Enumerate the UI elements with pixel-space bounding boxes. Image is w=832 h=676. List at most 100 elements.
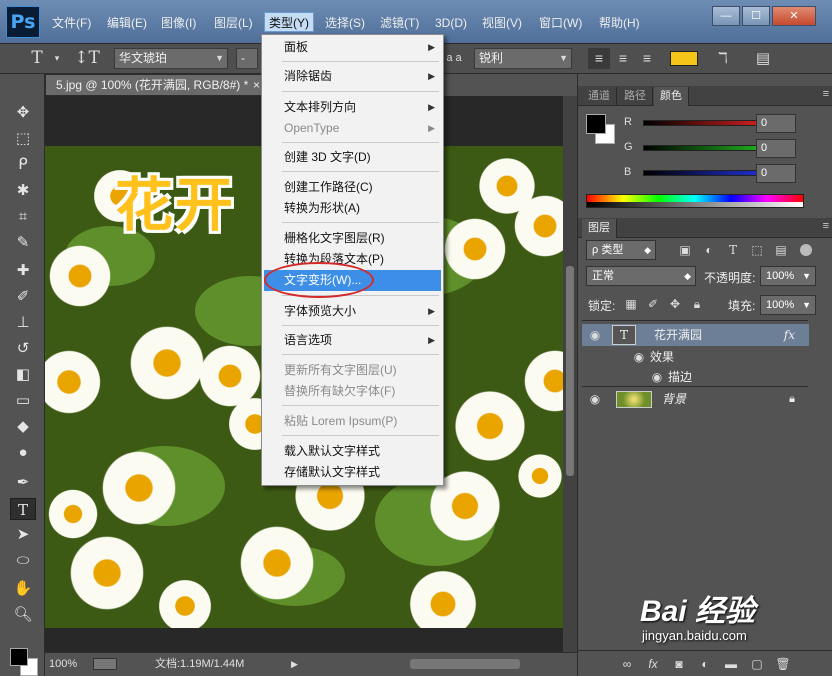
layer-row-text[interactable]: ◉ T 花开满园 fx xyxy=(582,324,809,346)
maximize-button[interactable]: ☐ xyxy=(742,6,770,26)
tab-color[interactable]: 颜色 xyxy=(654,87,689,106)
antialias-select[interactable]: 锐利 ▼ xyxy=(474,48,572,69)
type-tool-icon[interactable]: T xyxy=(10,498,36,520)
new-adjustment-icon[interactable]: ◐ xyxy=(696,655,714,673)
warp-text-icon[interactable]: ℸ xyxy=(712,48,734,69)
menu-item-create-3d[interactable]: 创建 3D 文字(D) xyxy=(264,147,441,168)
align-right-icon[interactable]: ≡ xyxy=(636,48,658,69)
zoom-tool-icon[interactable]: 🔍︎ xyxy=(10,604,36,626)
menu-item-antialias[interactable]: 消除锯齿 ▶ xyxy=(264,66,441,87)
menu-help[interactable]: 帮助(H) xyxy=(595,13,644,33)
color-fg-swatch[interactable] xyxy=(586,114,606,134)
font-style-select[interactable]: - xyxy=(236,48,258,69)
gradient-tool-icon[interactable]: ▭ xyxy=(10,390,36,412)
menu-item-convert-shape[interactable]: 转换为形状(A) xyxy=(264,198,441,219)
menu-item-language[interactable]: 语言选项 ▶ xyxy=(264,330,441,351)
marquee-tool-icon[interactable]: ⬚ xyxy=(10,128,36,150)
menu-item-create-work-path[interactable]: 创建工作路径(C) xyxy=(264,177,441,198)
menu-filter[interactable]: 滤镜(T) xyxy=(376,13,423,33)
menu-item-load-default-style[interactable]: 载入默认文字样式 xyxy=(264,441,441,462)
layers-menu-icon[interactable]: ≡ xyxy=(823,220,829,232)
new-group-icon[interactable]: ▬ xyxy=(722,655,740,673)
menu-select[interactable]: 选择(S) xyxy=(321,13,369,33)
menu-item-orientation[interactable]: 文本排列方向 ▶ xyxy=(264,97,441,118)
filter-type-icon[interactable]: T xyxy=(724,241,742,259)
lock-all-icon[interactable]: 🔒︎ xyxy=(688,295,706,313)
menu-item-convert-paragraph[interactable]: 转换为段落文本(P) xyxy=(264,249,441,270)
vertical-scrollbar[interactable] xyxy=(563,96,577,652)
green-value[interactable]: 0 xyxy=(756,139,796,158)
layer-effects-row[interactable]: ◉ 效果 xyxy=(582,346,809,368)
link-layers-icon[interactable]: ∞ xyxy=(618,655,636,673)
filter-toggle-icon[interactable] xyxy=(800,244,812,256)
filter-shape-icon[interactable]: ⬚ xyxy=(748,241,766,259)
background-eye-icon[interactable]: ◉ xyxy=(586,388,604,410)
menu-item-paste-lorem[interactable]: 粘贴 Lorem Ipsum(P) xyxy=(264,411,441,432)
menu-3d[interactable]: 3D(D) xyxy=(431,13,471,33)
layer-row-background[interactable]: ◉ 背景 🔒︎ xyxy=(582,388,809,410)
document-tab[interactable]: 5.jpg @ 100% (花开满园, RGB/8#) * × xyxy=(45,74,267,96)
character-panel-icon[interactable]: ▤ xyxy=(752,48,774,69)
path-selection-tool-icon[interactable]: ➤ xyxy=(10,524,36,546)
delete-layer-icon[interactable]: 🗑︎ xyxy=(774,655,792,673)
zoom-level[interactable]: 100% xyxy=(49,653,77,675)
menu-view[interactable]: 视图(V) xyxy=(478,13,526,33)
blue-value[interactable]: 0 xyxy=(756,164,796,183)
foreground-color-swatch[interactable] xyxy=(10,648,28,666)
stroke-eye-icon[interactable]: ◉ xyxy=(648,366,666,388)
lock-transparency-icon[interactable]: ▦ xyxy=(622,295,640,313)
lock-pixels-icon[interactable]: ✐ xyxy=(644,295,662,313)
menu-file[interactable]: 文件(F) xyxy=(48,13,95,33)
eyedropper-tool-icon[interactable]: ✎ xyxy=(10,232,36,254)
chevron-down-icon[interactable]: ▾ xyxy=(52,48,62,69)
clone-stamp-tool-icon[interactable]: ⊥ xyxy=(10,312,36,334)
close-button[interactable]: ✕ xyxy=(772,6,816,26)
align-left-icon[interactable]: ≡ xyxy=(588,48,610,69)
menu-item-panel[interactable]: 面板 ▶ xyxy=(264,37,441,58)
menu-item-warp-text[interactable]: 文字变形(W)... xyxy=(264,270,441,291)
pen-tool-icon[interactable]: ✒ xyxy=(10,472,36,494)
type-tool-preset-icon[interactable]: T xyxy=(24,48,50,69)
move-tool-icon[interactable]: ✥ xyxy=(10,102,36,124)
text-color-swatch[interactable] xyxy=(670,51,698,66)
magic-wand-tool-icon[interactable]: ✱ xyxy=(10,180,36,202)
crop-tool-icon[interactable]: ⌗ xyxy=(10,206,36,228)
red-slider[interactable] xyxy=(643,120,761,126)
lock-position-icon[interactable]: ✥ xyxy=(666,295,684,313)
menu-item-opentype[interactable]: OpenType ▶ xyxy=(264,118,441,139)
menu-window[interactable]: 窗口(W) xyxy=(535,13,586,33)
fx-badge[interactable]: fx xyxy=(784,324,795,346)
red-value[interactable]: 0 xyxy=(756,114,796,133)
menu-item-replace-fonts[interactable]: 替换所有缺欠字体(F) xyxy=(264,381,441,402)
menu-type[interactable]: 类型(Y) xyxy=(264,12,314,32)
layer-name[interactable]: 花开满园 xyxy=(654,324,702,346)
add-mask-icon[interactable]: ◙ xyxy=(670,655,688,673)
tab-channels[interactable]: 通道 xyxy=(582,87,617,106)
history-brush-tool-icon[interactable]: ↺ xyxy=(10,338,36,360)
ellipse-tool-icon[interactable]: ⬭ xyxy=(10,550,36,572)
layer-stroke-row[interactable]: ◉ 描边 xyxy=(582,366,809,388)
lasso-tool-icon[interactable]: ᑭ xyxy=(10,154,36,176)
tab-layers[interactable]: 图层 xyxy=(582,219,617,238)
toggle-orientation-icon[interactable]: ↕T xyxy=(74,48,100,69)
status-menu-arrow[interactable]: ▶ xyxy=(291,653,298,675)
menu-image[interactable]: 图像(I) xyxy=(157,13,200,33)
font-family-select[interactable]: 华文琥珀 ▼ xyxy=(114,48,228,69)
background-layer-name[interactable]: 背景 xyxy=(662,388,686,410)
add-style-icon[interactable]: fx xyxy=(644,655,662,673)
align-center-icon[interactable]: ≡ xyxy=(612,48,634,69)
brush-tool-icon[interactable]: ✐ xyxy=(10,286,36,308)
layer-filter-select[interactable]: ρ 类型 ◆ xyxy=(586,240,656,260)
opacity-field[interactable]: 100% ▼ xyxy=(760,266,816,286)
filter-smart-icon[interactable]: ▤ xyxy=(772,241,790,259)
menu-layer[interactable]: 图层(L) xyxy=(210,13,257,33)
eraser-tool-icon[interactable]: ◧ xyxy=(10,364,36,386)
filter-pixel-icon[interactable]: ▣ xyxy=(676,241,694,259)
dodge-tool-icon[interactable]: ● xyxy=(10,442,36,464)
menu-item-save-default-style[interactable]: 存储默认文字样式 xyxy=(264,462,441,483)
vertical-scroll-thumb[interactable] xyxy=(566,266,574,476)
horizontal-scroll-thumb[interactable] xyxy=(410,659,520,669)
filter-adjustment-icon[interactable]: ◐ xyxy=(700,241,718,259)
menu-item-font-preview-size[interactable]: 字体预览大小 ▶ xyxy=(264,301,441,322)
color-spectrum-bar[interactable] xyxy=(586,194,804,208)
